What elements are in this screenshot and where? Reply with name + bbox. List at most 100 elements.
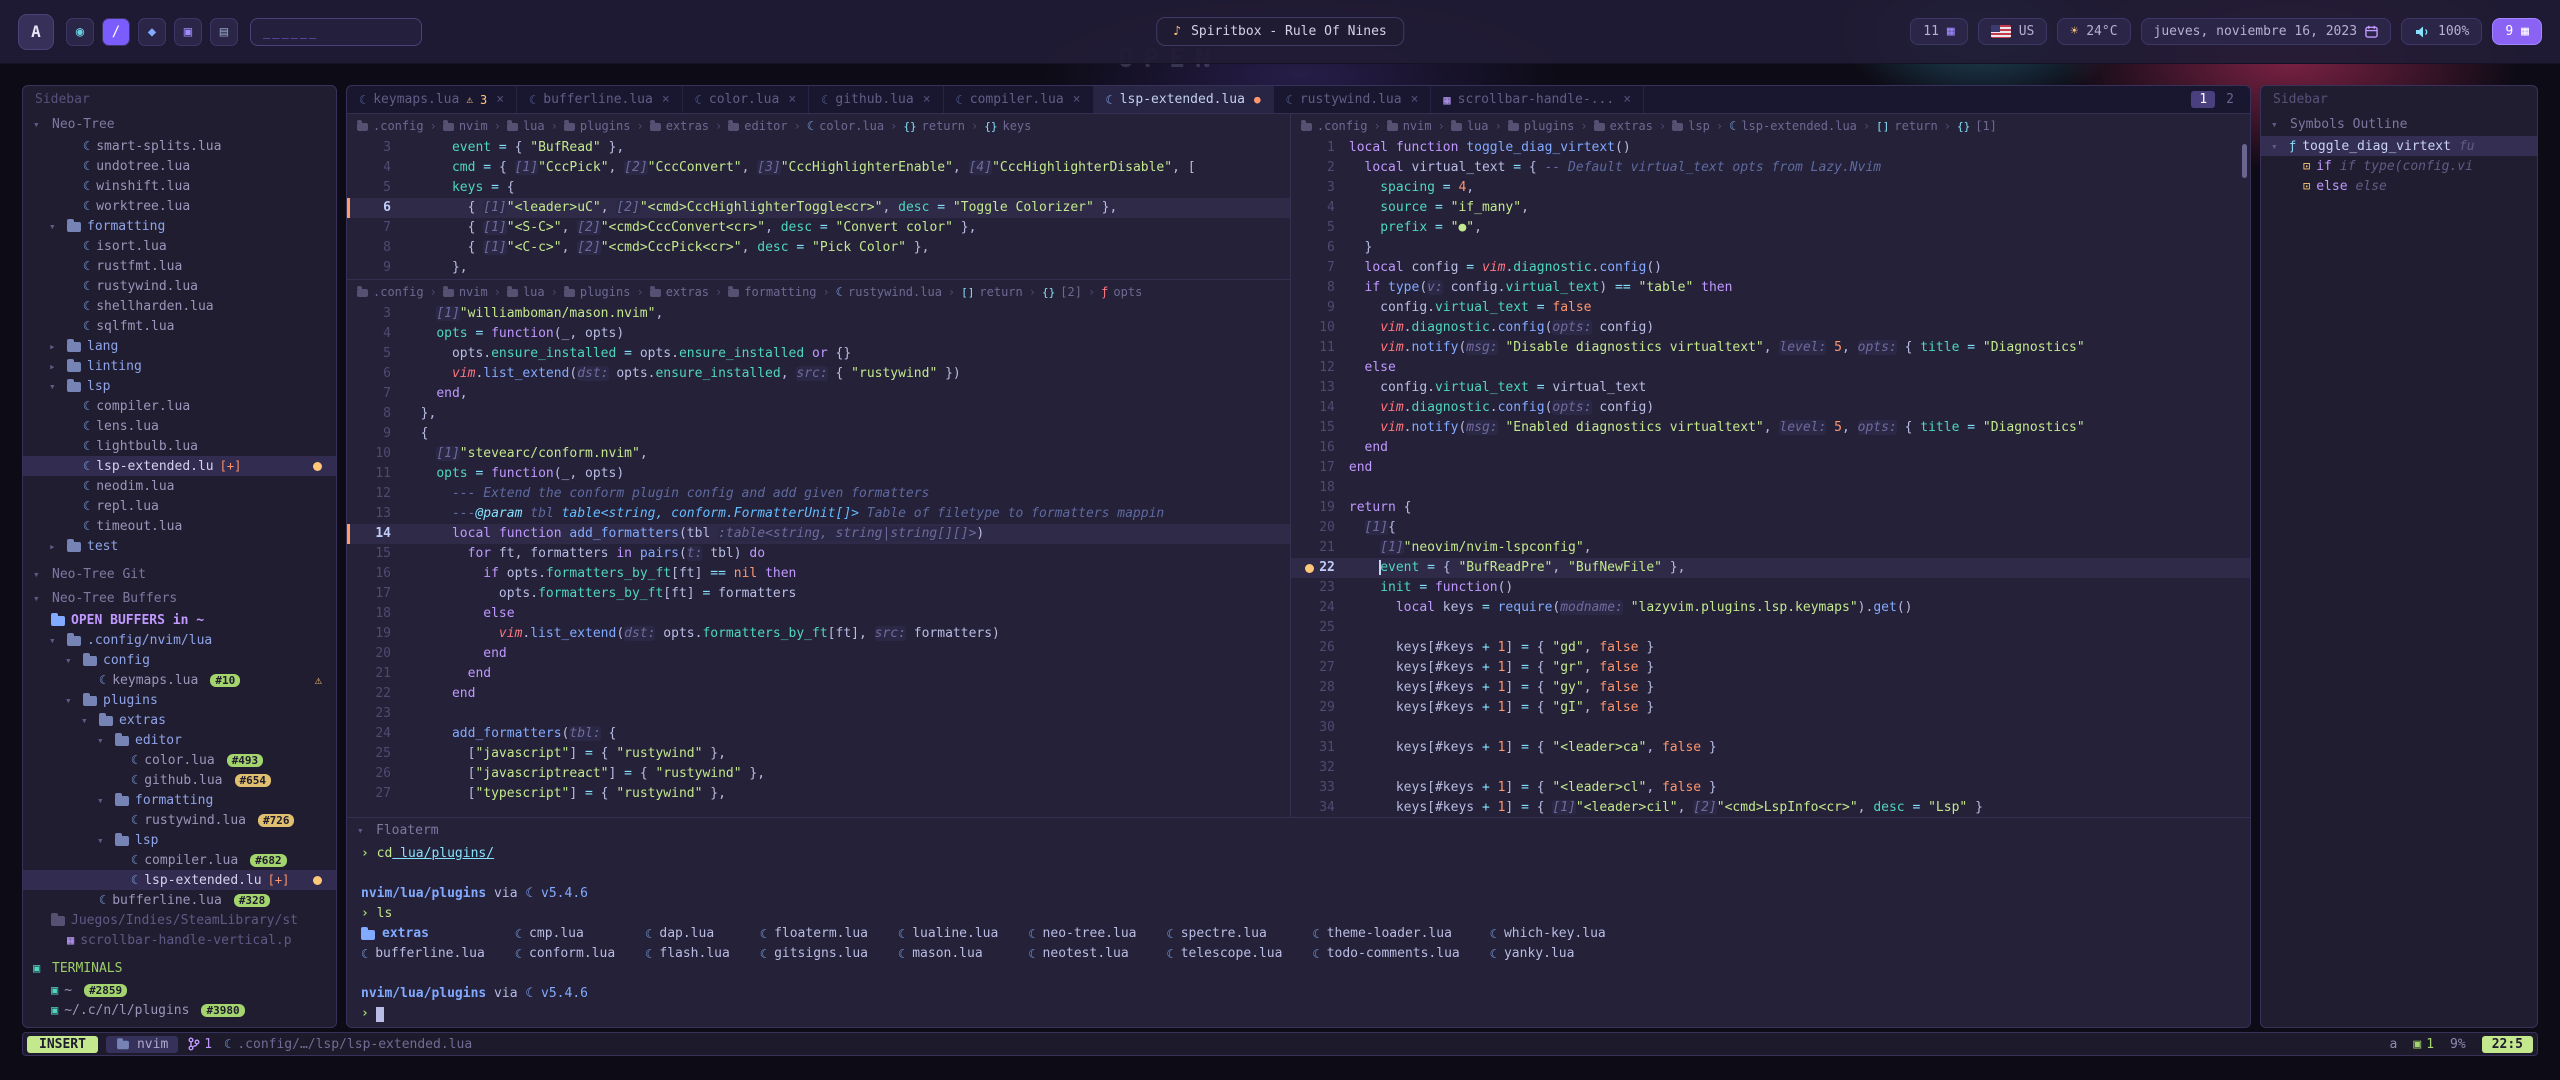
neotree-item[interactable]: ☾smart-splits.lua	[23, 136, 336, 156]
neotree-item[interactable]: ☾repl.lua	[23, 496, 336, 516]
code-area[interactable]: 3 event = { "BufRead" },4 cmd = { [1]"Cc…	[347, 138, 1290, 279]
terminals-section-header[interactable]: ▣ TERMINALS	[23, 956, 336, 980]
tab-github-lua[interactable]: ☾github.lua×	[809, 86, 943, 113]
tab-bufferline-lua[interactable]: ☾bufferline.lua×	[517, 86, 683, 113]
code-area[interactable]: 3 [1]"williamboman/mason.nvim",4 opts = …	[347, 304, 1290, 817]
close-icon[interactable]: ×	[1411, 92, 1419, 107]
buffer-item[interactable]: Juegos/Indies/SteamLibrary/st	[23, 910, 336, 930]
window-count-pill[interactable]: 11 ▦	[1910, 18, 1967, 45]
workspace-pill[interactable]: 9 ▦	[2492, 18, 2542, 45]
line-number: 7	[1291, 258, 1349, 278]
neotree-item[interactable]: ☾lightbulb.lua	[23, 436, 336, 456]
item-label: github.lua	[144, 773, 222, 788]
neotree-item[interactable]: ☾lens.lua	[23, 416, 336, 436]
link-icon[interactable]: ◆	[138, 18, 166, 46]
neotree-item[interactable]: ☾shellharden.lua	[23, 296, 336, 316]
neotree-git-section-header[interactable]: ▾ Neo-Tree Git	[23, 562, 336, 586]
close-icon[interactable]: ×	[1073, 92, 1081, 107]
neotree-section-header[interactable]: ▾ Neo-Tree	[23, 112, 336, 136]
tab-keymaps-lua[interactable]: ☾keymaps.lua⚠3×	[347, 86, 517, 113]
buffer-item[interactable]: ☾bufferline.lua#328	[23, 890, 336, 910]
buffer-item[interactable]: ▦scrollbar-handle-vertical.p	[23, 930, 336, 950]
neotree-item[interactable]: ▾formatting	[23, 216, 336, 236]
outline-item[interactable]: ⊡ifif type(config.vi	[2261, 156, 2537, 176]
neotree-item[interactable]: ☾rustywind.lua	[23, 276, 336, 296]
neotree-item[interactable]: ▾lsp	[23, 376, 336, 396]
tab-page-2[interactable]: 2	[2218, 91, 2242, 108]
terminal-output[interactable]: › cd lua/plugins/nvim/lua/plugins via ☾ …	[347, 842, 2250, 1027]
neotree-item[interactable]: ☾lsp-extended.lu[+]	[23, 456, 336, 476]
neotree-buffers-section-header[interactable]: ▾ Neo-Tree Buffers	[23, 586, 336, 610]
command-input[interactable]: ______	[250, 18, 422, 46]
buffer-item[interactable]: ☾rustywind.lua#726	[23, 810, 336, 830]
outline-item[interactable]: ▾ƒtoggle_diag_virtextfu	[2261, 136, 2537, 156]
code-area[interactable]: 1local function toggle_diag_virtext()2 l…	[1291, 138, 2250, 817]
neotree-item[interactable]: ☾timeout.lua	[23, 516, 336, 536]
symbols-outline-header[interactable]: ▾ Symbols Outline	[2261, 112, 2537, 136]
buffer-item[interactable]: OPEN BUFFERS in ~	[23, 610, 336, 630]
tab-lsp-extended-lua[interactable]: ☾lsp-extended.lua●	[1094, 86, 1274, 113]
tab-compiler-lua[interactable]: ☾compiler.lua×	[944, 86, 1094, 113]
buffer-item[interactable]: ☾color.lua#493	[23, 750, 336, 770]
object-icon: {}	[984, 120, 997, 133]
buffer-item[interactable]: ☾keymaps.lua#10⚠	[23, 670, 336, 690]
file-icon[interactable]: ▤	[210, 18, 238, 46]
buffer-item[interactable]: ☾github.lua#654	[23, 770, 336, 790]
array-icon: []	[1876, 120, 1889, 133]
neotree-item[interactable]: ☾rustfmt.lua	[23, 256, 336, 276]
keyboard-layout-pill[interactable]: US	[1978, 18, 2048, 45]
close-icon[interactable]: ×	[496, 92, 504, 107]
close-icon[interactable]: ×	[1623, 92, 1631, 107]
circle-icon[interactable]: ◉	[66, 18, 94, 46]
lua-icon: ☾	[695, 93, 702, 107]
tab-page-1[interactable]: 1	[2191, 91, 2215, 108]
lua-icon: ☾	[131, 873, 138, 887]
neotree-item[interactable]: ☾undotree.lua	[23, 156, 336, 176]
neotree-item[interactable]: ▸linting	[23, 356, 336, 376]
buffer-item[interactable]: ▾extras	[23, 710, 336, 730]
lua-icon: ☾	[1028, 924, 1035, 944]
folder-icon	[115, 836, 129, 846]
launcher-button[interactable]: A	[18, 14, 54, 50]
neotree-item[interactable]: ☾neodim.lua	[23, 476, 336, 496]
buffer-item[interactable]: ▾lsp	[23, 830, 336, 850]
tab-color-lua[interactable]: ☾color.lua×	[683, 86, 810, 113]
buffer-item[interactable]: ☾compiler.lua#682	[23, 850, 336, 870]
volume-pill[interactable]: 100%	[2401, 18, 2482, 45]
tab-scrollbar-handle-[interactable]: ▦scrollbar-handle-...×	[1431, 86, 1644, 113]
neotree-item[interactable]: ☾compiler.lua	[23, 396, 336, 416]
scrollbar[interactable]	[2242, 144, 2247, 178]
terminal-item[interactable]: ▣~/.c/n/l/plugins#3980	[23, 1000, 336, 1020]
copy-icon[interactable]: ▣	[174, 18, 202, 46]
outline-item[interactable]: ⊡elseelse	[2261, 176, 2537, 196]
neotree-item[interactable]: ☾worktree.lua	[23, 196, 336, 216]
now-playing-pill[interactable]: ♪ Spiritbox - Rule Of Nines	[1156, 17, 1404, 46]
neotree-item[interactable]: ☾isort.lua	[23, 236, 336, 256]
close-icon[interactable]: ×	[788, 92, 796, 107]
code-line: 27 ["typescript"] = { "rustywind" },	[347, 784, 1290, 804]
listing-item-label: neo-tree.lua	[1043, 924, 1137, 944]
close-icon[interactable]: ×	[662, 92, 670, 107]
buffer-item[interactable]: ▾formatting	[23, 790, 336, 810]
buffer-item[interactable]: ▾config	[23, 650, 336, 670]
buffer-item[interactable]: ▾editor	[23, 730, 336, 750]
git-branch-icon	[188, 1037, 200, 1051]
buffer-item[interactable]: ☾lsp-extended.lu[+]	[23, 870, 336, 890]
neotree-item[interactable]: ▸lang	[23, 336, 336, 356]
close-icon[interactable]: ×	[923, 92, 931, 107]
line-number: 26	[1291, 638, 1349, 658]
chevron-icon: ▾	[49, 220, 61, 233]
weather-pill[interactable]: ☀ 24°C	[2057, 18, 2130, 45]
neotree-item[interactable]: ☾sqlfmt.lua	[23, 316, 336, 336]
floaterm-header[interactable]: ▾ Floaterm	[347, 818, 2250, 842]
slash-icon[interactable]: /	[102, 18, 130, 46]
buffer-item[interactable]: ▾.config/nvim/lua	[23, 630, 336, 650]
tab-rustywind-lua[interactable]: ☾rustywind.lua×	[1274, 86, 1432, 113]
neotree-item[interactable]: ▸test	[23, 536, 336, 556]
date-pill[interactable]: jueves, noviembre 16, 2023	[2141, 18, 2392, 45]
neotree-item[interactable]: ☾winshift.lua	[23, 176, 336, 196]
folder-icon	[83, 656, 97, 666]
terminal-item[interactable]: ▣~#2859	[23, 980, 336, 1000]
lua-icon: ☾	[1490, 924, 1497, 944]
buffer-item[interactable]: ▾plugins	[23, 690, 336, 710]
